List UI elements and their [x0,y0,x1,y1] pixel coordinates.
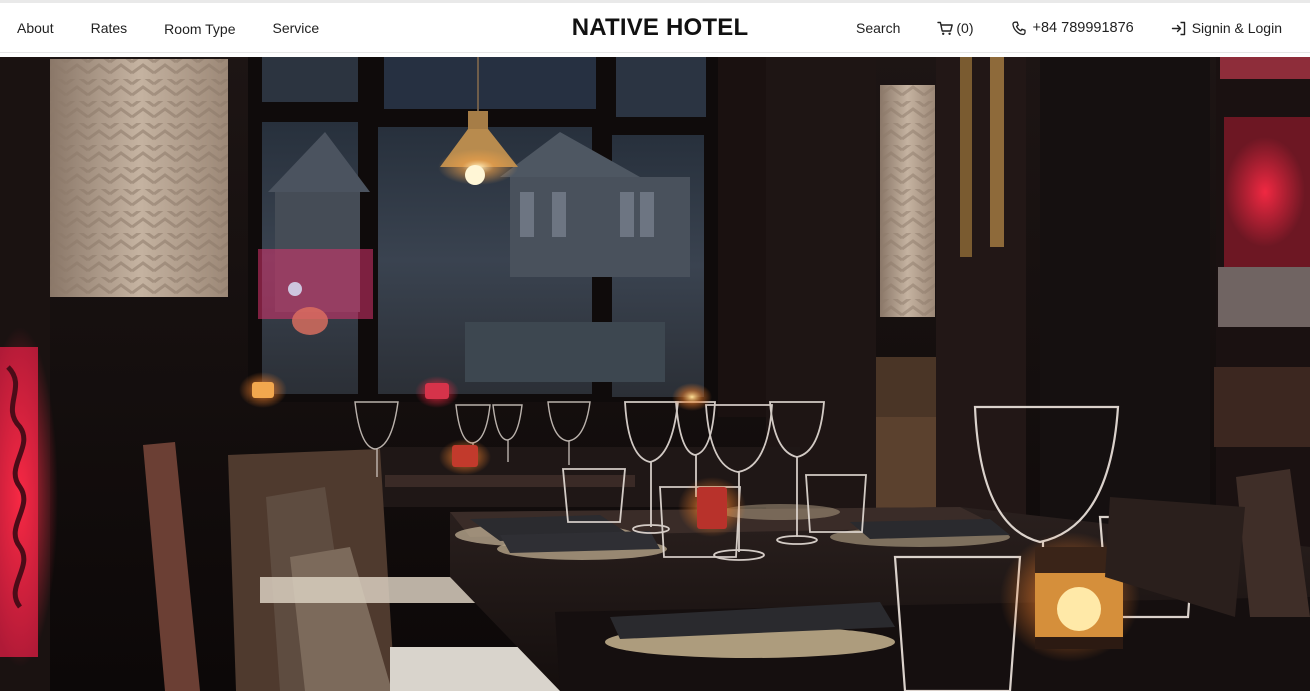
brand-logo[interactable]: NATIVE HOTEL [560,3,760,53]
cart-icon [937,21,954,36]
nav-service-link[interactable]: Service [273,20,320,36]
login-arrow-icon [1171,21,1187,36]
cart-button[interactable]: (0) [937,20,974,36]
search-link[interactable]: Search [856,20,900,36]
phone-icon [1011,21,1026,36]
phone-link[interactable]: +84 789991876 [1011,20,1134,36]
signin-login-link[interactable]: Signin & Login [1171,20,1282,36]
nav-about-link[interactable]: About [17,20,54,36]
signin-label: Signin & Login [1191,20,1282,36]
nav-room-type-link[interactable]: Room Type [164,21,235,37]
phone-number: +84 789991876 [1032,20,1134,36]
cart-count: (0) [956,20,974,36]
hero-restaurant-image [0,57,1310,691]
page: About Rates Room Type Service NATIVE HOT… [0,0,1310,691]
site-header: About Rates Room Type Service NATIVE HOT… [0,3,1310,53]
utility-nav: Search (0) +84 789991876 Signin & Login [856,3,1282,53]
primary-nav: About Rates Room Type Service [17,3,356,53]
restaurant-photo [0,57,1310,691]
nav-rates-link[interactable]: Rates [91,20,128,36]
